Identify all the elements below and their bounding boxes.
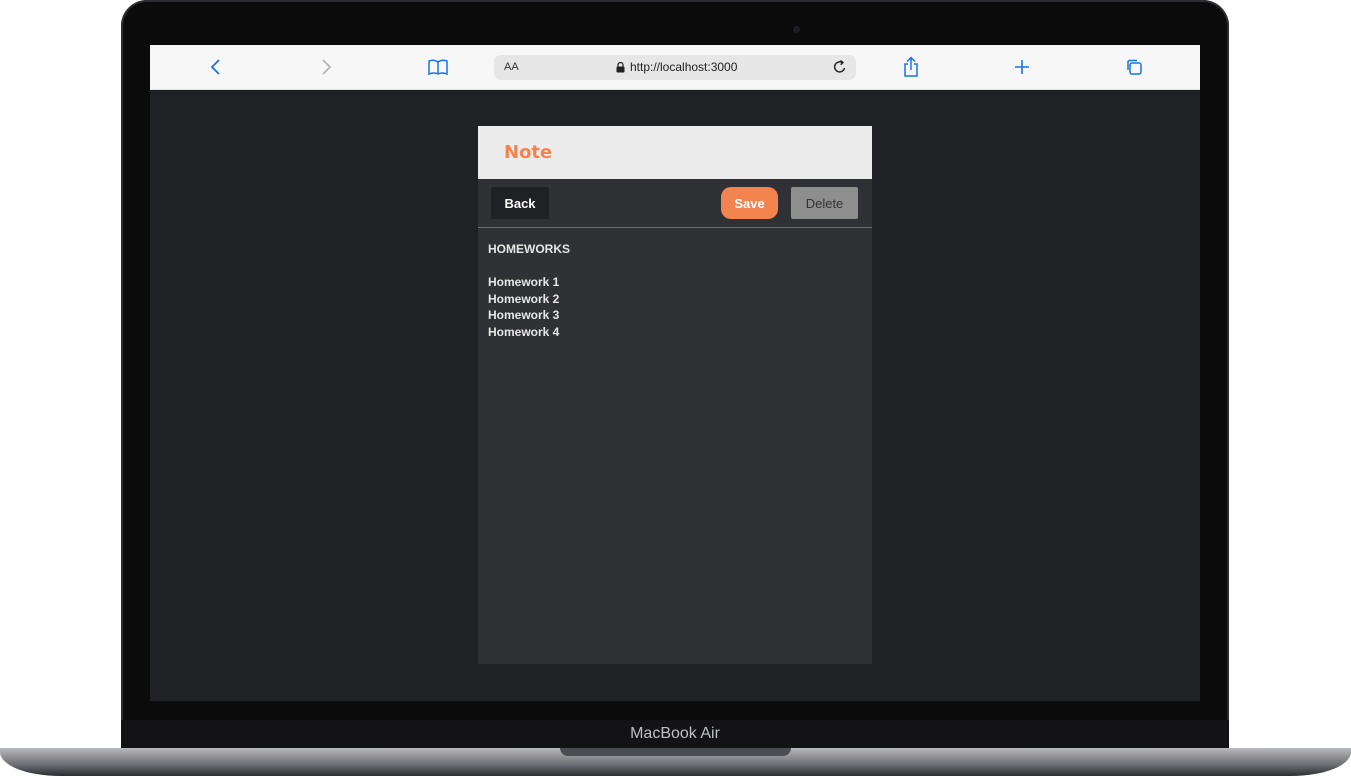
book-icon[interactable] bbox=[426, 55, 450, 79]
device-brand-label: MacBook Air bbox=[630, 725, 720, 742]
url-text: http://localhost:3000 bbox=[630, 60, 738, 74]
screen: AA http://localhost:3000 Note Back Save … bbox=[150, 45, 1200, 701]
share-icon[interactable] bbox=[899, 55, 923, 79]
chevron-right-icon[interactable] bbox=[314, 55, 338, 79]
laptop-notch bbox=[560, 748, 791, 756]
browser-toolbar: AA http://localhost:3000 bbox=[150, 45, 1200, 90]
chevron-left-icon[interactable] bbox=[204, 55, 228, 79]
note-line: Homework 4 bbox=[488, 324, 560, 339]
note-line: Homework 1 bbox=[488, 275, 560, 289]
address-bar[interactable]: AA http://localhost:3000 bbox=[494, 55, 856, 80]
url-display: http://localhost:3000 bbox=[616, 60, 737, 74]
lock-icon bbox=[616, 61, 625, 72]
note-line: Homework 2 bbox=[488, 291, 560, 306]
tabs-icon[interactable] bbox=[1122, 55, 1146, 79]
laptop-bezel-bottom: MacBook Air bbox=[121, 720, 1229, 748]
save-button[interactable]: Save bbox=[721, 187, 778, 219]
note-actions-bar: Back Save Delete bbox=[478, 179, 872, 228]
delete-button[interactable]: Delete bbox=[791, 187, 858, 219]
plus-icon[interactable] bbox=[1010, 55, 1034, 79]
back-button[interactable]: Back bbox=[491, 187, 549, 219]
camera bbox=[793, 26, 800, 33]
reload-icon[interactable] bbox=[832, 59, 848, 80]
text-size-button[interactable]: AA bbox=[504, 61, 519, 73]
note-line: Homework 3 bbox=[488, 308, 560, 322]
note-content[interactable]: HOMEWORKS Homework 1 Homework 2 Homework… bbox=[478, 228, 872, 354]
note-heading: HOMEWORKS bbox=[488, 242, 570, 256]
laptop-base bbox=[0, 748, 1351, 776]
note-card: Note Back Save Delete HOMEWORKS Homework… bbox=[478, 126, 872, 664]
note-title: Note bbox=[504, 142, 553, 163]
note-header: Note bbox=[478, 126, 872, 179]
